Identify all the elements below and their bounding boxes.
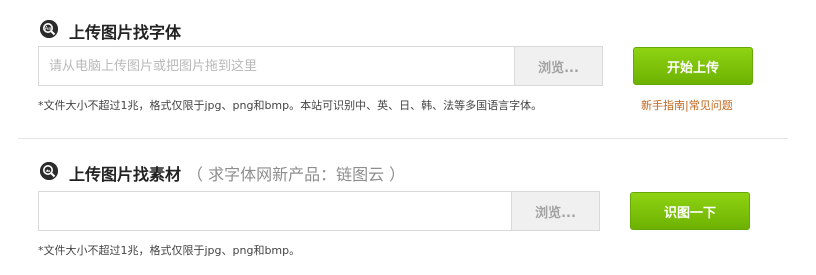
svg-text:Aa: Aa	[45, 26, 51, 32]
help-links: 新手指南|常见问题	[641, 97, 733, 113]
material-upload-note: *文件大小不超过1兆，格式仅限于jpg、png和bmp。	[38, 244, 301, 257]
font-browse-button[interactable]: 浏览...	[514, 46, 603, 86]
section-title-font-search: 上传图片找字体	[69, 23, 182, 42]
faq-link[interactable]: 常见问题	[689, 99, 733, 112]
beginner-guide-link[interactable]: 新手指南	[641, 99, 685, 112]
material-image-path-field[interactable]	[38, 191, 512, 231]
image-search-icon	[40, 162, 58, 180]
font-image-path-input[interactable]	[39, 47, 514, 85]
material-image-path-input[interactable]	[39, 192, 511, 230]
font-upload-note: *文件大小不超过1兆，格式仅限于jpg、png和bmp。本站可识别中、英、日、韩…	[38, 99, 543, 112]
font-search-icon: Aa	[40, 20, 58, 38]
font-image-path-field[interactable]	[38, 46, 515, 86]
section-title-material-search: 上传图片找素材	[69, 165, 182, 184]
identify-image-button[interactable]: 识图一下	[630, 192, 750, 230]
start-upload-button[interactable]: 开始上传	[633, 47, 753, 85]
material-search-subtitle: （ 求字体网新产品：链图云 ）	[187, 165, 406, 184]
material-browse-button[interactable]: 浏览...	[511, 191, 600, 231]
section-divider	[18, 138, 788, 139]
